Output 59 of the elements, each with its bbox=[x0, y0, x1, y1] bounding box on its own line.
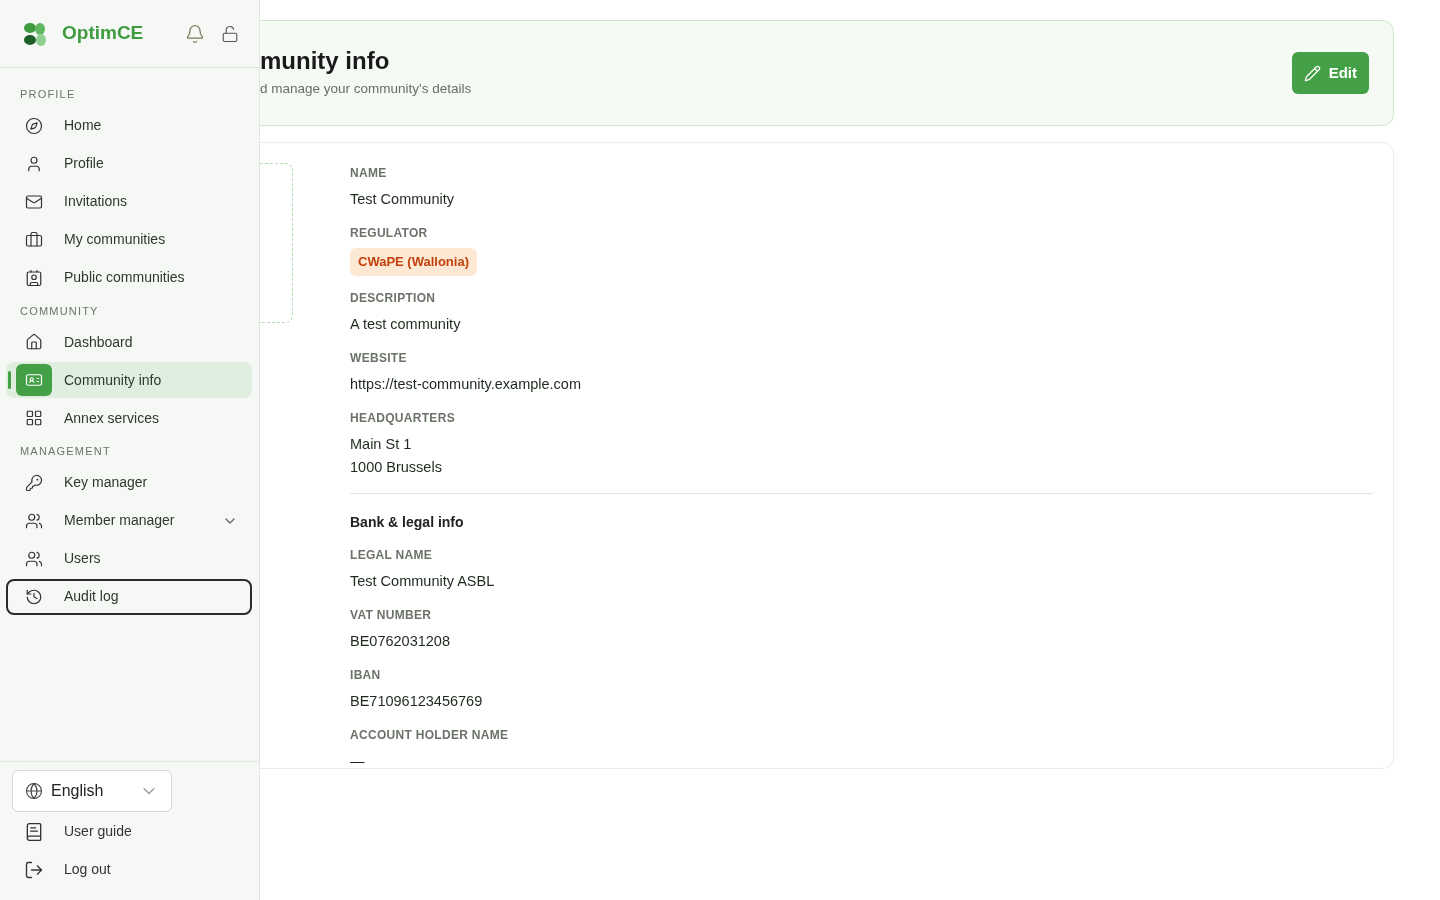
field-value: Main St 1 bbox=[350, 434, 413, 454]
field-label: WEBSITE bbox=[350, 349, 408, 367]
field-value: — bbox=[350, 751, 366, 771]
field-label: LEGAL NAME bbox=[350, 546, 434, 564]
field-value: BE71096123456769 bbox=[350, 691, 484, 711]
field-value: A test community bbox=[350, 314, 462, 334]
book-icon bbox=[24, 821, 44, 842]
envelope-icon bbox=[25, 192, 43, 211]
field-value: 1000 Brussels bbox=[350, 457, 443, 477]
nav-item[interactable]: Users bbox=[6, 540, 252, 577]
nav-item[interactable]: Public communities bbox=[6, 259, 252, 296]
field-label: IBAN bbox=[350, 666, 382, 684]
contact-card-icon bbox=[25, 268, 43, 287]
nav-item[interactable]: Member manager bbox=[6, 502, 252, 539]
field-value: Test Community bbox=[350, 190, 455, 209]
section-heading: PROFILE bbox=[19, 87, 77, 102]
users-icon bbox=[25, 511, 43, 530]
field-label: DESCRIPTION bbox=[350, 289, 437, 307]
log-out-icon bbox=[24, 859, 44, 880]
field-label: ACCOUNT HOLDER NAME bbox=[350, 726, 510, 744]
compass-icon bbox=[25, 116, 43, 135]
pencil-icon bbox=[1303, 64, 1321, 82]
key-icon bbox=[25, 473, 43, 492]
field-label: NAME bbox=[350, 165, 388, 182]
regulator-badge: CWaPE (Wallonia) bbox=[350, 248, 477, 276]
section-heading: MANAGEMENT bbox=[19, 444, 112, 459]
globe-icon bbox=[25, 782, 43, 800]
nav-item[interactable]: Annex services bbox=[6, 400, 252, 436]
id-card-icon bbox=[25, 371, 43, 389]
user-icon bbox=[25, 154, 43, 173]
history-icon bbox=[25, 587, 43, 606]
field-label: REGULATOR bbox=[350, 225, 429, 242]
home-icon bbox=[25, 333, 43, 351]
footer-link[interactable]: Log out bbox=[12, 851, 247, 888]
field-label: HEADQUARTERS bbox=[350, 409, 456, 427]
nav-item[interactable]: Dashboard bbox=[6, 324, 252, 360]
section-heading: COMMUNITY bbox=[19, 303, 100, 319]
nav-item[interactable]: Profile bbox=[6, 145, 252, 182]
nav-item[interactable]: Audit log bbox=[6, 578, 252, 615]
page-title: munity info bbox=[260, 46, 391, 75]
field-value: Test Community ASBL bbox=[350, 571, 496, 591]
field-value: https://test-community.example.com bbox=[350, 374, 582, 394]
unlock-icon[interactable] bbox=[221, 24, 239, 43]
brand-name: OptimCE bbox=[62, 21, 144, 46]
nav-item[interactable]: Invitations bbox=[6, 183, 252, 220]
page-subtitle: d manage your community's details bbox=[260, 79, 473, 98]
nav-item[interactable]: Key manager bbox=[6, 464, 252, 501]
footer-link[interactable]: User guide bbox=[12, 813, 247, 850]
field-value: BE0762031208 bbox=[350, 631, 451, 651]
section-title: Bank & legal info bbox=[350, 512, 465, 532]
nav-item[interactable]: Community info bbox=[6, 362, 252, 398]
nav-item[interactable]: Home bbox=[6, 107, 252, 144]
users-icon bbox=[25, 549, 43, 568]
language-select[interactable]: English bbox=[12, 770, 172, 812]
field-label: VAT NUMBER bbox=[350, 606, 433, 624]
nav-item[interactable]: My communities bbox=[6, 221, 252, 258]
grid-icon bbox=[25, 409, 43, 427]
notification-bell-icon[interactable] bbox=[185, 23, 205, 44]
briefcase-icon bbox=[25, 230, 43, 249]
